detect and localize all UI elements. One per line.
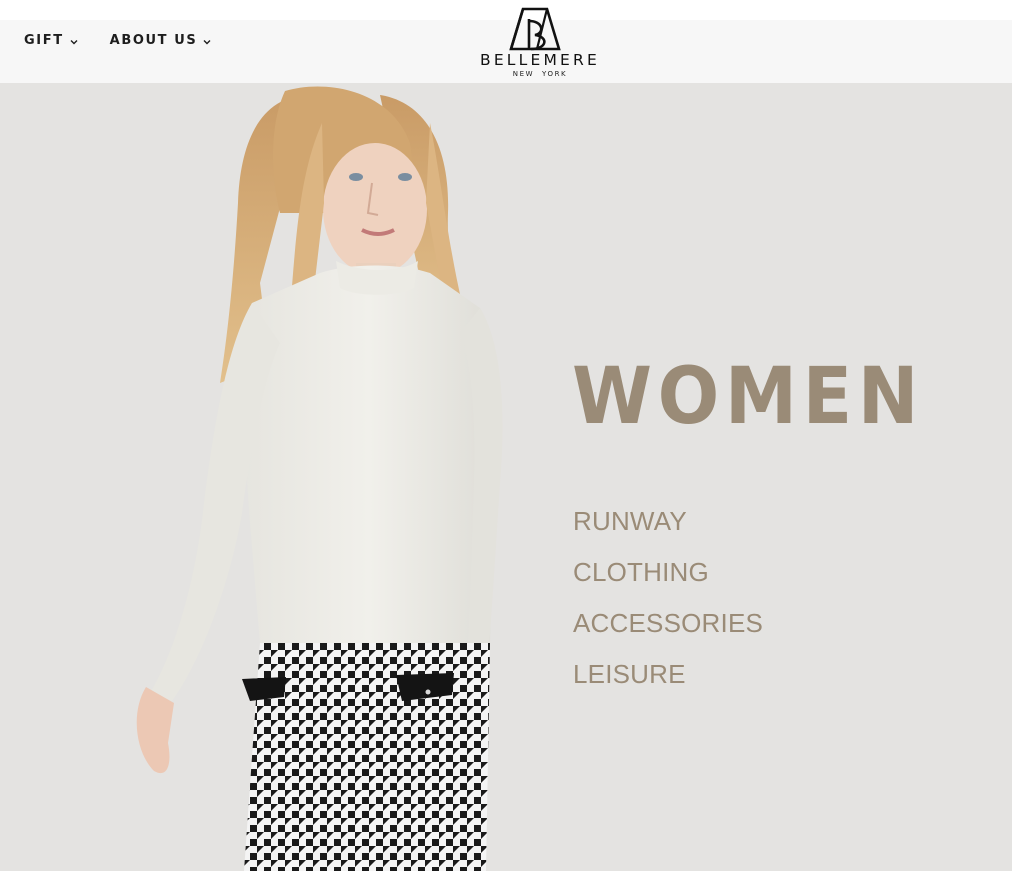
nav-item-label: GIFT <box>24 33 64 48</box>
hero-title: WOMEN <box>572 352 925 442</box>
category-link-clothing[interactable]: CLOTHING <box>573 552 763 603</box>
hero-banner: WOMEN RUNWAY CLOTHING ACCESSORIES LEISUR… <box>0 83 1012 871</box>
model-photo <box>136 86 503 871</box>
nav-item-label: ABOUT US <box>109 33 198 48</box>
logo-subtitle: NEW YORK <box>512 70 568 78</box>
category-list: RUNWAY CLOTHING ACCESSORIES LEISURE <box>573 501 763 705</box>
chevron-down-icon <box>70 39 78 44</box>
nav-item-about-us[interactable]: ABOUT US <box>110 33 214 48</box>
brand-logo[interactable]: BELLEMERE NEW YORK <box>473 7 607 79</box>
main-nav: GIFT ABOUT US <box>24 33 213 48</box>
page: GIFT ABOUT US BELLEMERE NEW YORK WOMEN R… <box>0 0 1012 871</box>
category-link-accessories[interactable]: ACCESSORIES <box>573 603 763 654</box>
logo-wordmark: BELLEMERE <box>479 51 601 69</box>
bellemere-monogram-icon <box>509 7 561 51</box>
category-link-leisure[interactable]: LEISURE <box>573 654 763 705</box>
nav-item-gift[interactable]: GIFT <box>24 33 80 48</box>
category-link-runway[interactable]: RUNWAY <box>573 501 763 552</box>
chevron-down-icon <box>203 39 211 44</box>
